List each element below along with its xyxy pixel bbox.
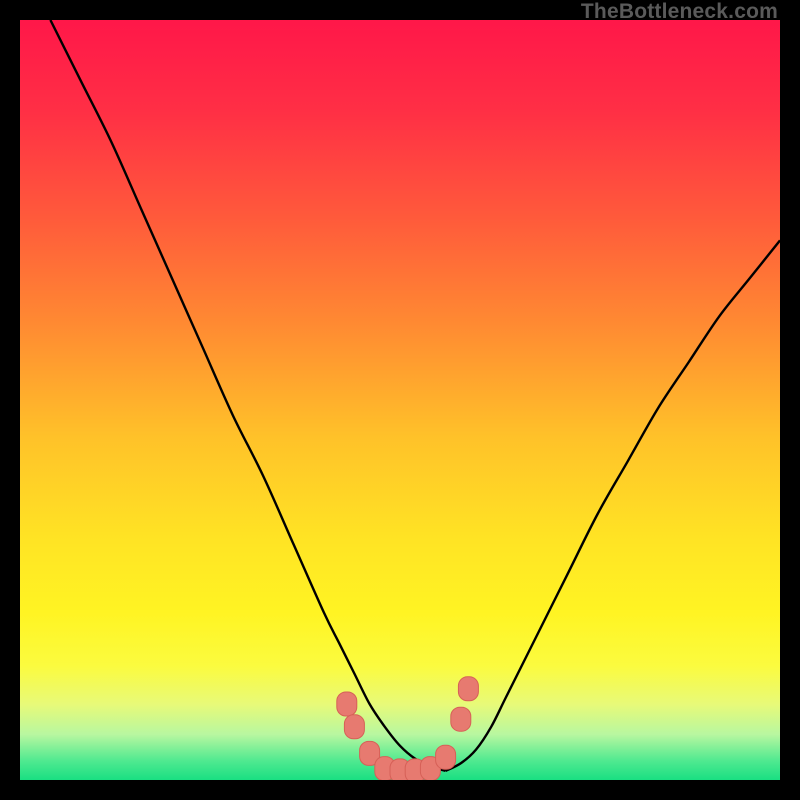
data-marker [436, 745, 456, 769]
data-marker [451, 707, 471, 731]
left-curve [50, 20, 445, 771]
data-marker [337, 692, 357, 716]
data-marker [344, 715, 364, 739]
right-curve [446, 240, 780, 770]
watermark-text: TheBottleneck.com [581, 0, 778, 24]
plot-area [20, 20, 780, 780]
curves-layer [20, 20, 780, 780]
chart-frame: TheBottleneck.com [0, 0, 800, 800]
data-marker [458, 677, 478, 701]
